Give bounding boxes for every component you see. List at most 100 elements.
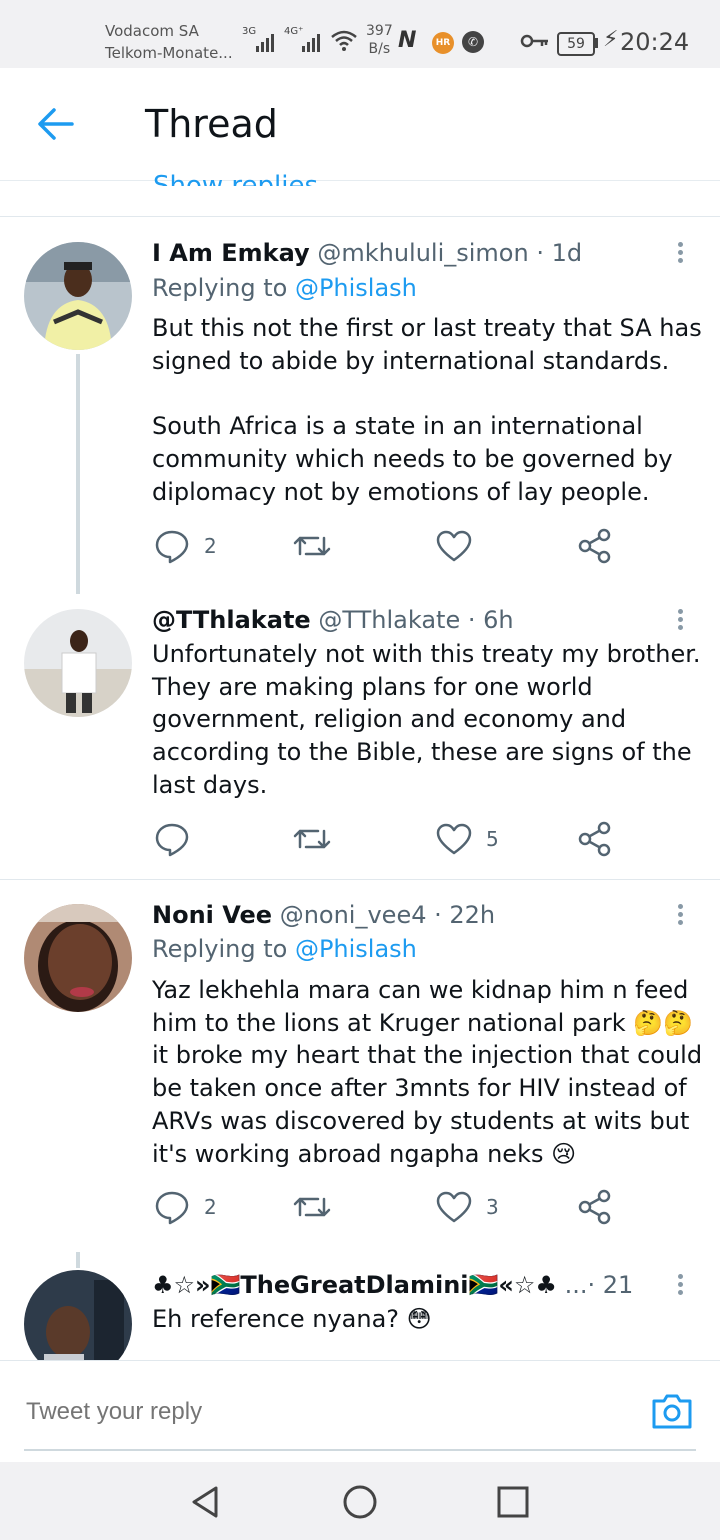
app-header: Thread: [0, 68, 720, 181]
author-name[interactable]: Noni Vee: [152, 901, 272, 929]
reply-icon: [155, 823, 189, 857]
replying-to: Replying to @Phislash: [152, 935, 417, 963]
nav-recents-icon[interactable]: [493, 1482, 533, 1522]
tweet-time: · 22h: [434, 901, 496, 929]
tweet-time: · 1d: [536, 239, 583, 267]
tweet-text: Unfortunately not with this treaty my br…: [152, 640, 701, 799]
author-handle: ...: [564, 1271, 588, 1299]
replying-to: Replying to @Phislash: [152, 274, 417, 302]
clock: 20:24: [620, 28, 690, 56]
back-arrow-icon[interactable]: [36, 106, 76, 142]
network-type-1: 3G: [242, 26, 257, 37]
charging-icon: ⚡: [603, 27, 619, 52]
heart-icon: [436, 823, 472, 855]
heart-icon: [436, 1191, 472, 1223]
reply-button[interactable]: 2: [152, 526, 217, 566]
key-icon: [520, 34, 548, 48]
share-button[interactable]: [576, 1187, 616, 1227]
net-speed-value: 397: [366, 23, 393, 39]
retweet-button[interactable]: [292, 526, 344, 566]
camera-icon[interactable]: [650, 1391, 694, 1431]
author-name[interactable]: @TThlakate: [152, 606, 311, 634]
heart-icon: [436, 530, 472, 562]
input-underline: [24, 1449, 696, 1451]
author-name[interactable]: I Am Emkay: [152, 239, 310, 267]
nfc-icon: N: [398, 28, 417, 53]
tweet-header: @TThlakate @TThlakate · 6h: [152, 606, 514, 634]
wifi-icon: [331, 30, 357, 51]
reply-count: 2: [204, 534, 217, 558]
notification-hr-icon: HR: [432, 32, 454, 54]
like-count: 3: [486, 1195, 499, 1219]
retweet-icon: [293, 829, 331, 849]
reply-count: 2: [204, 1195, 217, 1219]
like-button[interactable]: [434, 526, 486, 566]
reply-button[interactable]: [152, 819, 204, 859]
net-speed-unit: B/s: [368, 41, 391, 57]
tweet-text: Eh reference nyana? 😳: [152, 1305, 432, 1333]
avatar[interactable]: [24, 904, 132, 1012]
status-bar: Vodacom SA Telkom-Monate... 3G 4G⁺ 397 B…: [0, 0, 720, 68]
reply-input[interactable]: [24, 1397, 628, 1427]
more-options-icon[interactable]: [668, 901, 692, 931]
tweet[interactable]: ♣☆»🇿🇦TheGreatDlamini🇿🇦«☆♣ ...· 21h Eh re…: [0, 1254, 720, 1360]
show-replies-link[interactable]: Show replies: [153, 160, 318, 186]
like-button[interactable]: 3: [434, 1187, 499, 1227]
page-title: Thread: [145, 102, 278, 146]
net-speed: 397 B/s: [366, 22, 393, 58]
reply-composer: [0, 1360, 720, 1463]
author-handle: @TThlakate: [318, 606, 461, 634]
avatar[interactable]: [24, 1270, 132, 1360]
share-icon: [578, 528, 611, 564]
more-options-icon[interactable]: [668, 1271, 692, 1301]
nav-back-icon[interactable]: [186, 1482, 226, 1522]
tweet-actions: 5: [152, 819, 622, 859]
reply-icon: [155, 1191, 189, 1225]
share-button[interactable]: [576, 819, 616, 859]
nav-home-icon[interactable]: [340, 1482, 380, 1522]
battery-nub: [595, 38, 598, 48]
more-options-icon[interactable]: [668, 606, 692, 636]
divider: [0, 879, 720, 880]
avatar[interactable]: [24, 609, 132, 717]
replying-to-link[interactable]: @Phislash: [295, 274, 417, 302]
retweet-icon: [293, 536, 331, 556]
share-button[interactable]: [576, 526, 616, 566]
thread-connector: [76, 354, 80, 594]
carrier-info: Vodacom SA Telkom-Monate...: [105, 20, 233, 64]
like-button[interactable]: 5: [434, 819, 499, 859]
signal-bars-icon: [256, 30, 274, 52]
reply-icon: [155, 530, 189, 564]
replying-prefix: Replying to: [152, 935, 295, 963]
retweet-button[interactable]: [292, 1187, 344, 1227]
network-type-2: 4G⁺: [284, 26, 304, 37]
tweet-text: Yaz lekhehla mara can we kidnap him n fe…: [152, 976, 703, 1168]
like-count: 5: [486, 827, 499, 851]
tweet-text: But this not the first or last treaty th…: [152, 314, 702, 506]
author-handle: @mkhululi_simon: [317, 239, 529, 267]
signal-bars-icon: [302, 30, 320, 52]
author-name[interactable]: ♣☆»🇿🇦TheGreatDlamini🇿🇦«☆♣: [152, 1271, 557, 1299]
replying-to-link[interactable]: @Phislash: [295, 935, 417, 963]
carrier-2: Telkom-Monate...: [105, 44, 233, 62]
tweet-actions: 2 3: [152, 1187, 622, 1227]
retweet-button[interactable]: [292, 819, 344, 859]
tweet-header: ♣☆»🇿🇦TheGreatDlamini🇿🇦«☆♣ ...· 21h: [152, 1271, 632, 1299]
tweet-time: · 21h: [587, 1271, 632, 1299]
tweet-actions: 2: [152, 526, 622, 566]
whatsapp-icon: ✆: [462, 31, 484, 53]
tweet-header: I Am Emkay @mkhululi_simon · 1d: [152, 239, 582, 267]
retweet-icon: [293, 1197, 331, 1217]
share-icon: [578, 1189, 611, 1225]
tweet-time: · 6h: [467, 606, 514, 634]
tweet-header: Noni Vee @noni_vee4 · 22h: [152, 901, 495, 929]
reply-button[interactable]: 2: [152, 1187, 217, 1227]
author-handle: @noni_vee4: [279, 901, 427, 929]
avatar[interactable]: [24, 242, 132, 350]
carrier-1: Vodacom SA: [105, 22, 199, 40]
more-options-icon[interactable]: [668, 239, 692, 269]
share-icon: [578, 821, 611, 857]
battery-icon: 59: [557, 32, 595, 56]
system-nav-bar: [0, 1462, 720, 1540]
replying-prefix: Replying to: [152, 274, 295, 302]
